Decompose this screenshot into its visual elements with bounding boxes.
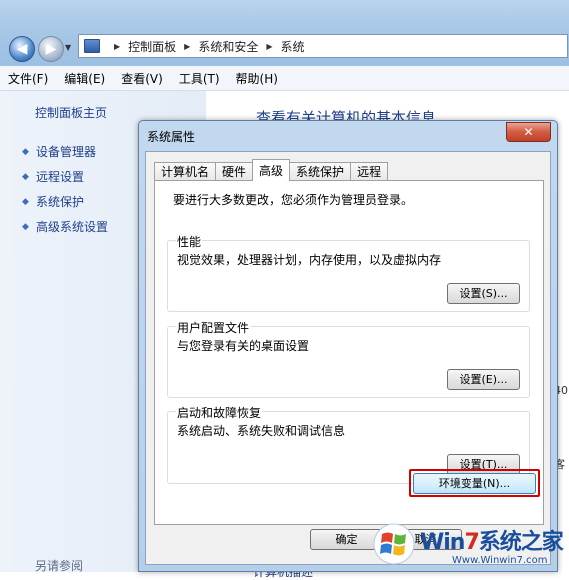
brand-number: 7 <box>464 530 479 555</box>
group-title: 启动和故障恢复 <box>176 404 263 421</box>
advanced-tab-panel: 要进行大多数更改，您必须作为管理员登录。 性能 视觉效果，处理器计划，内存使用，… <box>154 180 544 525</box>
group-title: 用户配置文件 <box>176 319 251 336</box>
group-description: 视觉效果，处理器计划，内存使用，以及虚拟内存 <box>177 253 442 267</box>
back-arrow-icon[interactable]: ◀ <box>9 36 35 62</box>
close-icon[interactable]: ✕ <box>506 122 551 142</box>
menu-tools[interactable]: 工具(T) <box>171 70 228 87</box>
group-title: 性能 <box>176 233 203 250</box>
control-panel-home-link[interactable]: 控制面板主页 <box>35 104 107 121</box>
menu-help[interactable]: 帮助(H) <box>228 70 286 87</box>
breadcrumb-item[interactable]: 系统和安全 <box>198 38 258 55</box>
breadcrumb-separator-icon[interactable]: ▶ <box>114 42 120 51</box>
dialog-body: 计算机名 硬件 高级 系统保护 远程 要进行大多数更改，您必须作为管理员登录。 … <box>145 151 551 565</box>
windows-logo-icon <box>373 523 415 565</box>
admin-notice: 要进行大多数更改，您必须作为管理员登录。 <box>173 193 414 207</box>
environment-variables-button[interactable]: 环境变量(N)... <box>413 473 536 494</box>
control-panel-icon <box>84 39 100 53</box>
task-list: ◆ 设备管理器 ◆ 远程设置 ◆ 系统保护 ◆ 高级系统设置 <box>22 139 108 239</box>
address-bar[interactable]: ▶ 控制面板 ▶ 系统和安全 ▶ 系统 <box>78 34 568 58</box>
dialog-title: 系统属性 <box>147 130 196 144</box>
task-label: 设备管理器 <box>36 145 97 159</box>
brand-text: 系统之家 <box>478 530 564 555</box>
brand-text: Win <box>420 530 465 555</box>
shield-icon: ◆ <box>22 146 29 157</box>
menu-edit[interactable]: 编辑(E) <box>56 70 113 87</box>
watermark-brand: Win7系统之家 <box>420 524 564 556</box>
forward-arrow-icon[interactable]: ▶ <box>38 36 64 62</box>
task-system-protection[interactable]: ◆ 系统保护 <box>22 189 108 214</box>
menu-bar: 文件(F) 编辑(E) 查看(V) 工具(T) 帮助(H) <box>0 66 569 91</box>
task-remote-settings[interactable]: ◆ 远程设置 <box>22 164 108 189</box>
tab-system-protection[interactable]: 系统保护 <box>289 162 352 181</box>
shield-icon: ◆ <box>22 221 29 232</box>
explorer-titlebar: ◀ ▶ ▼ ▶ 控制面板 ▶ 系统和安全 ▶ 系统 <box>0 0 569 66</box>
user-profiles-group: 用户配置文件 与您登录有关的桌面设置 设置(E)... <box>167 319 530 398</box>
performance-group: 性能 视觉效果，处理器计划，内存使用，以及虚拟内存 设置(S)... <box>167 233 530 312</box>
tab-computer-name[interactable]: 计算机名 <box>154 162 217 181</box>
group-description: 与您登录有关的桌面设置 <box>177 339 310 353</box>
see-also-heading: 另请参阅 <box>35 559 84 573</box>
shield-icon: ◆ <box>22 196 29 207</box>
group-description: 系统启动、系统失败和调试信息 <box>177 424 346 438</box>
breadcrumb-item[interactable]: 系统 <box>281 38 305 55</box>
shield-icon: ◆ <box>22 171 29 182</box>
user-profiles-settings-button[interactable]: 设置(E)... <box>447 369 520 390</box>
task-device-manager[interactable]: ◆ 设备管理器 <box>22 139 108 164</box>
task-label: 系统保护 <box>36 195 85 209</box>
menu-file[interactable]: 文件(F) <box>0 70 56 87</box>
task-label: 远程设置 <box>36 170 85 184</box>
tab-remote[interactable]: 远程 <box>350 162 389 181</box>
tab-strip: 计算机名 硬件 高级 系统保护 远程 <box>154 159 389 181</box>
tab-hardware[interactable]: 硬件 <box>215 162 254 181</box>
recent-pages-dropdown-icon[interactable]: ▼ <box>65 43 71 52</box>
system-properties-dialog: 系统属性 ✕ 计算机名 硬件 高级 系统保护 远程 要进行大多数更改，您必须作为… <box>138 120 558 572</box>
task-label: 高级系统设置 <box>36 220 109 234</box>
menu-view[interactable]: 查看(V) <box>113 70 171 87</box>
tab-advanced[interactable]: 高级 <box>252 159 291 181</box>
site-watermark: Win7系统之家 Www.Winwin7.com <box>372 518 569 572</box>
breadcrumb-item[interactable]: 控制面板 <box>128 38 176 55</box>
breadcrumb-separator-icon[interactable]: ▶ <box>184 42 190 51</box>
performance-settings-button[interactable]: 设置(S)... <box>447 283 520 304</box>
task-advanced-settings[interactable]: ◆ 高级系统设置 <box>22 214 108 239</box>
breadcrumb-separator-icon[interactable]: ▶ <box>266 42 272 51</box>
watermark-url: Www.Winwin7.com <box>452 555 548 566</box>
